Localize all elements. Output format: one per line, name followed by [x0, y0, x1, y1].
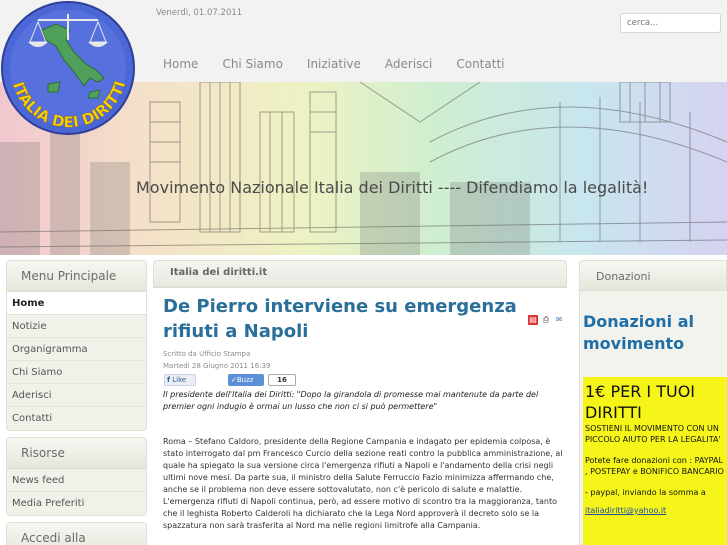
- community-title: Accedi alla community: [7, 523, 146, 545]
- nav-iniziative[interactable]: Iniziative: [307, 57, 361, 71]
- email-icon[interactable]: ✉: [554, 315, 564, 325]
- resources-title: Risorse: [7, 438, 146, 469]
- donation-email-link[interactable]: italiadiritti@yahoo.it: [585, 506, 666, 515]
- pdf-icon[interactable]: ▤: [528, 315, 538, 325]
- nav-home[interactable]: Home: [163, 57, 198, 71]
- sidebar-item-news-feed[interactable]: News feed: [7, 469, 146, 492]
- article: De Pierro interviene su emergenza rifiut…: [153, 287, 567, 530]
- donations-title: Donazioni: [579, 260, 727, 291]
- donation-text-3: - paypal, inviando la somma a: [585, 488, 706, 497]
- nav-aderisci[interactable]: Aderisci: [385, 57, 432, 71]
- main-menu-module: Menu Principale Home Notizie Organigramm…: [6, 260, 147, 431]
- article-author: Scritto da Ufficio Stampa: [163, 350, 251, 358]
- donation-text-2: Potete fare donazioni con : PAYPAL , POS…: [585, 456, 724, 476]
- donations-heading: Donazioni al movimento: [583, 312, 694, 353]
- sidebar-item-aderisci[interactable]: Aderisci: [7, 384, 146, 407]
- left-sidebar: Menu Principale Home Notizie Organigramm…: [6, 260, 147, 545]
- breadcrumb[interactable]: Italia dei diritti.it: [153, 260, 567, 287]
- search-input[interactable]: [620, 13, 721, 33]
- sidebar-item-contatti[interactable]: Contatti: [7, 407, 146, 430]
- resources-module: Risorse News feed Media Preferiti: [6, 437, 147, 516]
- article-intro: Il presidente dell'Italia dei Diritti: "…: [163, 390, 539, 411]
- site-slogan: Movimento Nazionale Italia dei Diritti -…: [136, 178, 649, 197]
- article-actions: ▤ ⎙ ✉: [528, 315, 564, 325]
- article-date: Martedì 28 Giugno 2011 16:39: [163, 362, 271, 370]
- site-logo[interactable]: ITALIA DEI DIRITTI: [0, 0, 137, 137]
- header-date: Venerdì, 01.07.2011: [156, 8, 243, 18]
- sidebar-item-organigramma[interactable]: Organigramma: [7, 338, 146, 361]
- buzz-button[interactable]: ✓Buzz: [228, 374, 264, 386]
- main-content: Italia dei diritti.it De Pierro intervie…: [153, 260, 567, 545]
- sidebar-item-home[interactable]: Home: [7, 292, 146, 315]
- top-navigation: Home Chi Siamo Iniziative Aderisci Conta…: [163, 57, 529, 71]
- community-module: Accedi alla community: [6, 522, 147, 545]
- main-menu-title: Menu Principale: [7, 261, 146, 292]
- sidebar-item-notizie[interactable]: Notizie: [7, 315, 146, 338]
- donation-slogan: 1€ PER I TUOI DIRITTI: [585, 382, 696, 422]
- sidebar-item-media-preferiti[interactable]: Media Preferiti: [7, 492, 146, 515]
- facebook-like-button[interactable]: f Like: [164, 374, 196, 386]
- buzz-label: Buzz: [236, 376, 254, 384]
- nav-chi-siamo[interactable]: Chi Siamo: [222, 57, 282, 71]
- article-body: Roma – Stefano Caldoro, presidente della…: [163, 437, 563, 530]
- facebook-icon: f: [167, 376, 171, 384]
- right-sidebar: Donazioni Donazioni al movimento 1€ PER …: [579, 260, 727, 545]
- article-title[interactable]: De Pierro interviene su emergenza rifiut…: [163, 294, 523, 344]
- nav-contatti[interactable]: Contatti: [456, 57, 504, 71]
- sidebar-item-chi-siamo[interactable]: Chi Siamo: [7, 361, 146, 384]
- buzz-count: 16: [268, 374, 296, 386]
- donation-text-1: SOSTIENI IL MOVIMENTO CON UN PICCOLO AIU…: [585, 424, 721, 444]
- italy-scales-logo-icon: ITALIA DEI DIRITTI: [1, 1, 135, 135]
- donation-banner: 1€ PER I TUOI DIRITTI SOSTIENI IL MOVIME…: [583, 377, 727, 545]
- donations-module: Donazioni al movimento 1€ PER I TUOI DIR…: [579, 291, 727, 545]
- facebook-like-label: Like: [172, 376, 187, 384]
- print-icon[interactable]: ⎙: [541, 315, 551, 325]
